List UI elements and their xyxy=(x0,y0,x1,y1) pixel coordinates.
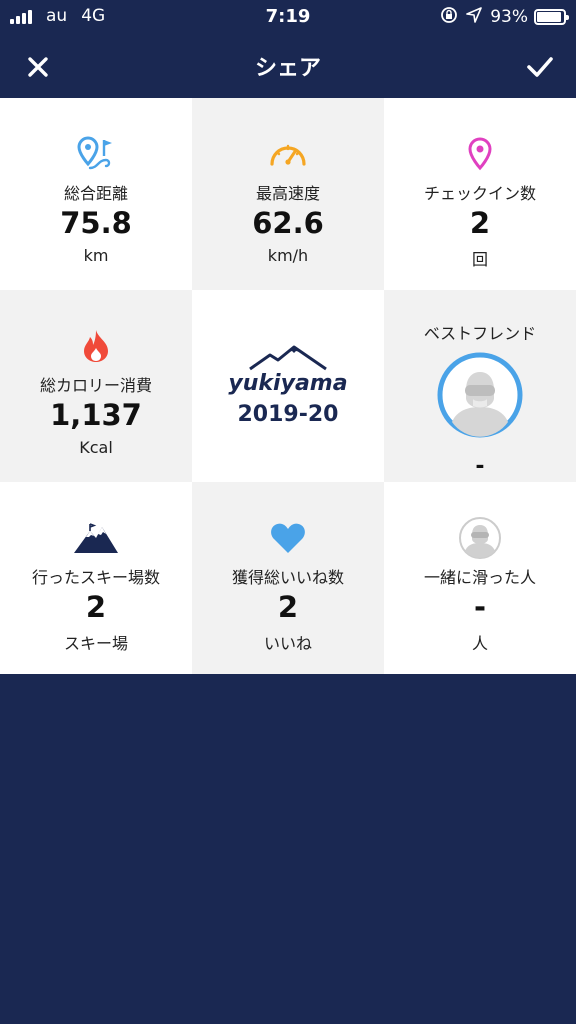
resorts-label: 行ったスキー場数 xyxy=(31,568,160,587)
map-pin-route-icon xyxy=(76,134,116,174)
mountain-icon xyxy=(72,518,120,558)
location-pin-icon xyxy=(467,134,493,174)
nav-bar: シェア xyxy=(0,36,576,98)
heart-icon xyxy=(270,518,306,558)
calories-value: 1,137 xyxy=(50,398,142,432)
brand-logo-text: yukiyama xyxy=(228,371,348,396)
best-friend-avatar[interactable] xyxy=(437,352,523,442)
mountain-logo-icon xyxy=(249,345,327,371)
stats-grid: 総合距離 75.8 km 最高速度 62.6 km/h チェックイン数 2 回 xyxy=(0,98,576,674)
status-bar: au 4G 7:19 93% xyxy=(0,0,576,36)
likes-unit: いいね xyxy=(263,634,312,653)
together-value: - xyxy=(473,590,487,624)
distance-label: 総合距離 xyxy=(63,184,128,203)
stat-best-friend[interactable]: ベストフレンド - xyxy=(384,290,576,482)
resorts-value: 2 xyxy=(85,590,107,624)
max-speed-value: 62.6 xyxy=(252,206,324,240)
likes-label: 獲得総いいね数 xyxy=(231,568,344,587)
stat-calories: 総カロリー消費 1,137 Kcal xyxy=(0,290,192,482)
best-friend-value: - xyxy=(475,454,485,479)
checkins-value: 2 xyxy=(469,206,491,240)
max-speed-unit: km/h xyxy=(267,246,309,265)
flame-icon xyxy=(80,326,112,366)
stat-distance: 総合距離 75.8 km xyxy=(0,98,192,290)
checkins-unit: 回 xyxy=(471,250,488,269)
confirm-button[interactable] xyxy=(520,49,560,85)
distance-unit: km xyxy=(83,246,109,265)
stat-likes: 獲得総いいね数 2 いいね xyxy=(192,482,384,674)
yukiyama-logo: yukiyama xyxy=(228,345,348,396)
distance-value: 75.8 xyxy=(60,206,132,240)
together-label: 一緒に滑った人 xyxy=(423,568,536,587)
stat-together: 一緒に滑った人 - 人 xyxy=(384,482,576,674)
checkins-label: チェックイン数 xyxy=(423,184,536,203)
battery-percent: 93% xyxy=(490,7,528,27)
checkmark-icon xyxy=(527,57,553,77)
brand-tile: yukiyama 2019-20 xyxy=(192,290,384,482)
avatar-icon xyxy=(458,517,502,559)
avatar-icon xyxy=(437,352,523,438)
calories-unit: Kcal xyxy=(79,438,113,457)
speedometer-icon xyxy=(268,134,308,174)
max-speed-label: 最高速度 xyxy=(255,184,320,203)
season-label: 2019-20 xyxy=(237,402,339,427)
page-title: シェア xyxy=(254,56,321,81)
orientation-lock-icon xyxy=(440,6,458,28)
together-unit: 人 xyxy=(471,634,488,653)
calories-label: 総カロリー消費 xyxy=(39,376,152,395)
stat-max-speed: 最高速度 62.6 km/h xyxy=(192,98,384,290)
battery-icon xyxy=(534,9,569,25)
best-friend-label: ベストフレンド xyxy=(423,324,537,343)
location-arrow-icon xyxy=(466,7,483,27)
likes-value: 2 xyxy=(277,590,299,624)
resorts-unit: スキー場 xyxy=(63,634,128,653)
status-right: 93% xyxy=(440,6,569,28)
stat-resorts: 行ったスキー場数 2 スキー場 xyxy=(0,482,192,674)
stat-checkins: チェックイン数 2 回 xyxy=(384,98,576,290)
